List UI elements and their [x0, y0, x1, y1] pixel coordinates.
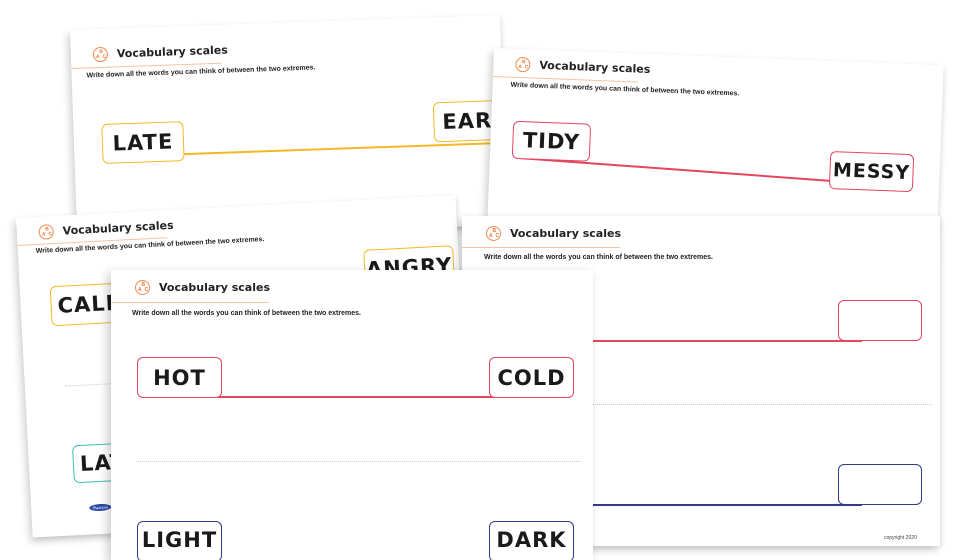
word-card-left: TIDY [511, 120, 592, 162]
worksheet-instruction: Write down all the words you can think o… [484, 254, 713, 261]
word-card-second-left: LIGHT [137, 521, 222, 560]
plazoom-logo: Plazoom [89, 503, 112, 512]
abc-icon: ABC [92, 46, 109, 63]
worksheet-header: ABC Vocabulary scales [135, 280, 270, 295]
worksheet-title: Vocabulary scales [159, 281, 271, 294]
abc-icon: ABC [38, 224, 55, 240]
worksheet-title: Vocabulary scales [539, 58, 651, 77]
title-underline [462, 247, 620, 248]
worksheet-header: ABC Vocabulary scales [92, 43, 229, 63]
word-card-blank-top [838, 300, 922, 341]
word-card-right: COLD [489, 357, 574, 398]
worksheet-instruction: Write down all the words you can think o… [510, 81, 740, 98]
word-card-left: HOT [137, 357, 222, 398]
worksheet-title: Vocabulary scales [510, 227, 622, 240]
worksheet-header: ABC Vocabulary scales [486, 226, 621, 241]
abc-icon: ABC [486, 226, 501, 241]
title-underline [111, 302, 269, 303]
word-card-right: MESSY [828, 150, 915, 193]
worksheet-title: Vocabulary scales [116, 43, 229, 61]
word-card-second-right: DARK [489, 521, 574, 560]
word-card-left: LATE [101, 121, 185, 164]
scale-line [211, 396, 501, 398]
worksheet-header: ABC Vocabulary scales [515, 56, 651, 77]
copyright-text: copyright 2020 [884, 535, 917, 541]
worksheet-title: Vocabulary scales [62, 218, 174, 238]
worksheet-hot-cold: ABC Vocabulary scales Write down all the… [111, 270, 593, 560]
word-card-blank-bottom [838, 464, 922, 505]
worksheet-instruction: Write down all the words you can think o… [132, 310, 361, 317]
abc-icon: ABC [135, 280, 150, 295]
abc-icon: ABC [515, 56, 531, 73]
dotted-divider [136, 461, 581, 462]
worksheet-header: ABC Vocabulary scales [38, 218, 174, 240]
